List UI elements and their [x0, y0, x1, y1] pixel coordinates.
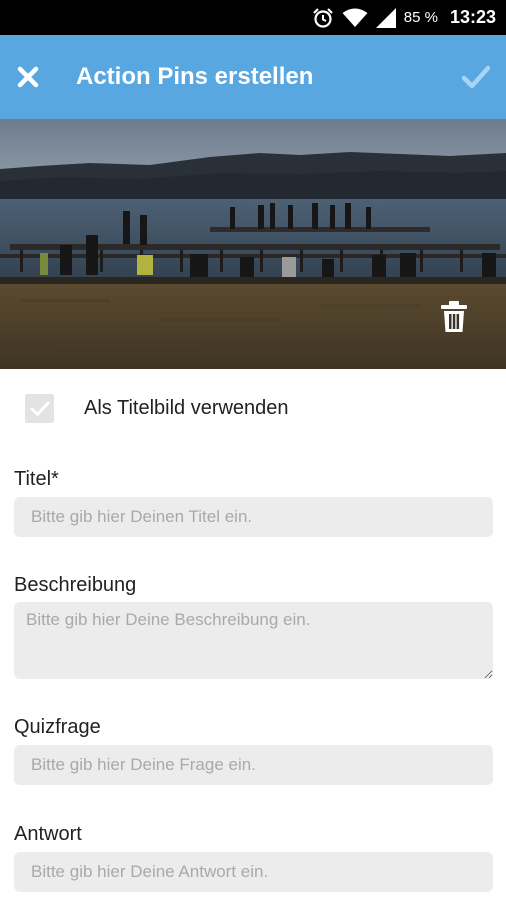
title-input[interactable]: [14, 497, 493, 537]
cover-image-label: Als Titelbild verwenden: [84, 397, 289, 419]
trash-icon: [441, 301, 467, 332]
title-label: Titel*: [14, 468, 59, 490]
alarm-icon: [312, 7, 334, 29]
cover-image-checkbox[interactable]: [25, 394, 54, 423]
wifi-icon: [342, 8, 368, 28]
checkmark-icon: [30, 401, 49, 416]
status-icons: 85 % 13:23: [312, 0, 496, 35]
pin-photo: [0, 119, 506, 369]
close-button[interactable]: [10, 57, 46, 97]
battery-percent: 85 %: [403, 9, 438, 26]
confirm-button[interactable]: [458, 57, 494, 97]
page-title: Action Pins erstellen: [76, 63, 314, 90]
clock: 13:23: [449, 7, 496, 27]
quiz-question-input[interactable]: [14, 745, 493, 785]
status-bar: 85 % 13:23: [0, 0, 506, 35]
cell-signal-icon: [375, 7, 396, 28]
close-icon: [17, 66, 39, 88]
answer-label: Antwort: [14, 823, 82, 845]
quiz-question-label: Quizfrage: [14, 716, 101, 738]
lake-photo: [0, 119, 506, 369]
check-icon: [462, 65, 490, 89]
delete-image-button[interactable]: [440, 301, 468, 333]
description-label: Beschreibung: [14, 574, 137, 596]
description-input[interactable]: [14, 602, 493, 679]
cover-image-option: Als Titelbild verwenden: [0, 386, 506, 430]
app-bar: Action Pins erstellen: [0, 35, 506, 119]
answer-input[interactable]: [14, 852, 493, 892]
